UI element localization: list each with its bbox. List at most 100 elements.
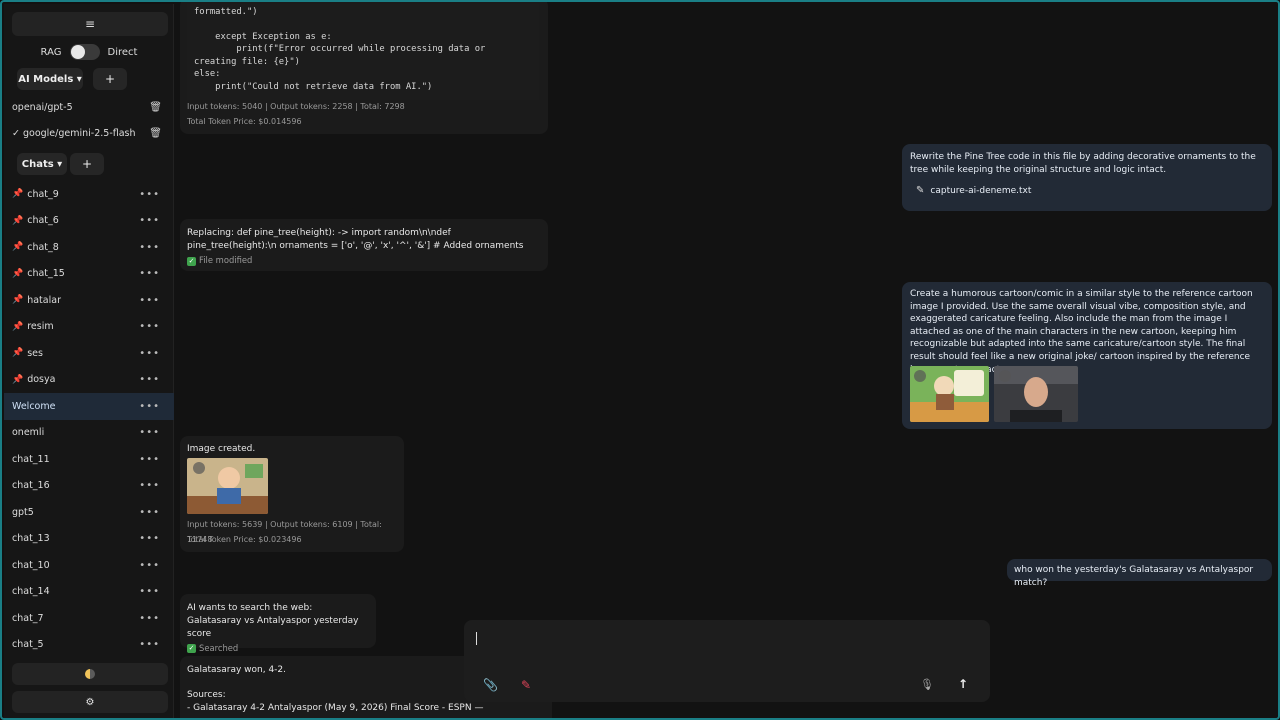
ai-code-message: formatted.") except Exception as e: prin… — [180, 2, 548, 134]
model-item-gpt5[interactable]: openai/gpt-5 🗑 — [12, 97, 168, 117]
more-options-icon[interactable]: ••• — [139, 507, 160, 518]
chat-name: Welcome — [12, 400, 56, 412]
user-message-cartoon: Create a humorous cartoon/comic in a sim… — [902, 282, 1272, 429]
chats-dropdown[interactable]: Chats ▾ — [17, 153, 67, 175]
more-options-icon[interactable]: ••• — [139, 268, 160, 279]
theme-toggle-button[interactable] — [12, 663, 168, 685]
user-message-text: Rewrite the Pine Tree code in this file … — [910, 152, 1256, 175]
more-options-icon[interactable]: ••• — [139, 321, 160, 332]
chat-name: chat_14 — [12, 586, 50, 598]
chat-item[interactable]: 📌 chat_15 ••• — [4, 261, 174, 288]
code-block: formatted.") except Exception as e: prin… — [187, 4, 539, 100]
chat-item-label-group: 📌 chat_15 — [12, 268, 65, 279]
ai-models-dropdown[interactable]: AI Models ▾ — [17, 68, 83, 90]
image-created-text: Image created. — [187, 444, 256, 454]
generated-image[interactable] — [187, 458, 268, 514]
chat-item-label-group: Welcome — [12, 401, 55, 412]
microphone-icon[interactable]: 🎙 — [920, 678, 934, 691]
replace-text: Replacing: def pine_tree(height): -> imp… — [187, 228, 524, 251]
file-attachment[interactable]: ✎ capture-ai-deneme.txt — [910, 184, 1264, 198]
settings-button[interactable]: ⚙ — [12, 691, 168, 713]
chat-item[interactable]: 📌 chat_9 ••• — [4, 181, 174, 208]
more-options-icon[interactable]: ••• — [139, 189, 160, 200]
chat-item[interactable]: chat_11 ••• — [4, 446, 174, 473]
chat-name: chat_13 — [12, 533, 50, 545]
search-query: Galatasaray vs Antalyaspor yesterday sco… — [187, 616, 359, 640]
attached-image-cartoon[interactable] — [910, 366, 989, 422]
chat-item-label-group: 📌 chat_9 — [12, 189, 59, 200]
chat-item[interactable]: chat_7 ••• — [4, 605, 174, 632]
chat-item[interactable]: 📌 resim ••• — [4, 314, 174, 341]
trash-icon[interactable]: 🗑 — [149, 102, 162, 113]
chat-item-label-group: 📌 dosya — [12, 374, 55, 385]
chat-item-label-group: chat_11 — [12, 454, 50, 465]
token-price: Total Token Price: $0.023496 — [187, 535, 302, 544]
rag-label: RAG — [40, 46, 62, 58]
model-name: ✓ google/gemini-2.5-flash — [12, 127, 136, 139]
chat-item[interactable]: gpt5 ••• — [4, 499, 174, 526]
more-options-icon[interactable]: ••• — [139, 427, 160, 438]
source-link[interactable]: - Galatasaray 4-2 Antalyaspor (May 9, 20… — [187, 702, 545, 715]
pin-icon: 📌 — [12, 348, 24, 359]
chat-item-label-group: chat_13 — [12, 533, 50, 544]
pin-icon: 📌 — [12, 215, 24, 226]
chat-name: dosya — [27, 374, 56, 386]
paperclip-icon[interactable]: 📎 — [483, 678, 498, 692]
chat-name: gpt5 — [12, 506, 34, 518]
model-item-gemini[interactable]: ✓ google/gemini-2.5-flash 🗑 — [12, 123, 168, 143]
direct-label: Direct — [107, 46, 138, 58]
rag-direct-toggle[interactable] — [69, 44, 100, 60]
chat-item[interactable]: chat_5 ••• — [4, 632, 174, 659]
more-options-icon[interactable]: ••• — [139, 215, 160, 226]
chat-item[interactable]: onemli ••• — [4, 420, 174, 447]
chat-item-label-group: 📌 hatalar — [12, 295, 61, 306]
chat-name: chat_11 — [12, 453, 50, 465]
chat-item[interactable]: 📌 chat_6 ••• — [4, 208, 174, 235]
chat-item[interactable]: chat_13 ••• — [4, 526, 174, 553]
message-composer[interactable]: 📎 ✎ 🎙 ↑ — [464, 620, 990, 702]
pin-icon: 📌 — [12, 295, 24, 306]
more-options-icon[interactable]: ••• — [139, 348, 160, 359]
chat-item-label-group: 📌 chat_6 — [12, 215, 59, 226]
ai-replace-message: Replacing: def pine_tree(height): -> imp… — [180, 219, 548, 271]
more-options-icon[interactable]: ••• — [139, 242, 160, 253]
chat-name: chat_10 — [12, 559, 50, 571]
text-cursor — [476, 632, 477, 645]
add-chat-button[interactable]: + — [70, 153, 104, 175]
chat-name: onemli — [12, 427, 45, 439]
chat-item[interactable]: 📌 dosya ••• — [4, 367, 174, 394]
more-options-icon[interactable]: ••• — [139, 295, 160, 306]
more-options-icon[interactable]: ••• — [139, 533, 160, 544]
search-intro: AI wants to search the web: — [187, 603, 313, 613]
chat-item[interactable]: 📌 hatalar ••• — [4, 287, 174, 314]
chat-item[interactable]: chat_10 ••• — [4, 552, 174, 579]
more-options-icon[interactable]: ••• — [139, 586, 160, 597]
more-options-icon[interactable]: ••• — [139, 613, 160, 624]
menu-button[interactable]: ≡ — [12, 12, 168, 36]
chat-item[interactable]: 📌 ses ••• — [4, 340, 174, 367]
status-text: File modified — [199, 255, 253, 266]
chat-item-label-group: chat_10 — [12, 560, 50, 571]
chat-item-label-group: 📌 resim — [12, 321, 54, 332]
sidebar: ≡ RAG Direct AI Models ▾ + openai/gpt-5 … — [4, 4, 174, 718]
chat-item-label-group: chat_5 — [12, 639, 44, 650]
pin-icon: 📌 — [12, 321, 24, 332]
chat-item[interactable]: chat_16 ••• — [4, 473, 174, 500]
send-button[interactable]: ↑ — [958, 677, 968, 691]
chat-item[interactable]: chat_14 ••• — [4, 579, 174, 606]
more-options-icon[interactable]: ••• — [139, 454, 160, 465]
user-message-pine: Rewrite the Pine Tree code in this file … — [902, 144, 1272, 211]
add-model-button[interactable]: + — [93, 68, 127, 90]
chat-item[interactable]: 📌 chat_8 ••• — [4, 234, 174, 261]
trash-icon[interactable]: 🗑 — [149, 128, 162, 139]
chat-item[interactable]: Welcome ••• — [4, 393, 174, 420]
attached-image-photo[interactable] — [994, 366, 1078, 422]
more-options-icon[interactable]: ••• — [139, 401, 160, 412]
more-options-icon[interactable]: ••• — [139, 480, 160, 491]
more-options-icon[interactable]: ••• — [139, 560, 160, 571]
pen-icon[interactable]: ✎ — [521, 678, 531, 692]
file-modified-status: ✓ File modified — [187, 255, 541, 267]
more-options-icon[interactable]: ••• — [139, 639, 160, 650]
more-options-icon[interactable]: ••• — [139, 374, 160, 385]
chat-name: resim — [27, 321, 54, 333]
